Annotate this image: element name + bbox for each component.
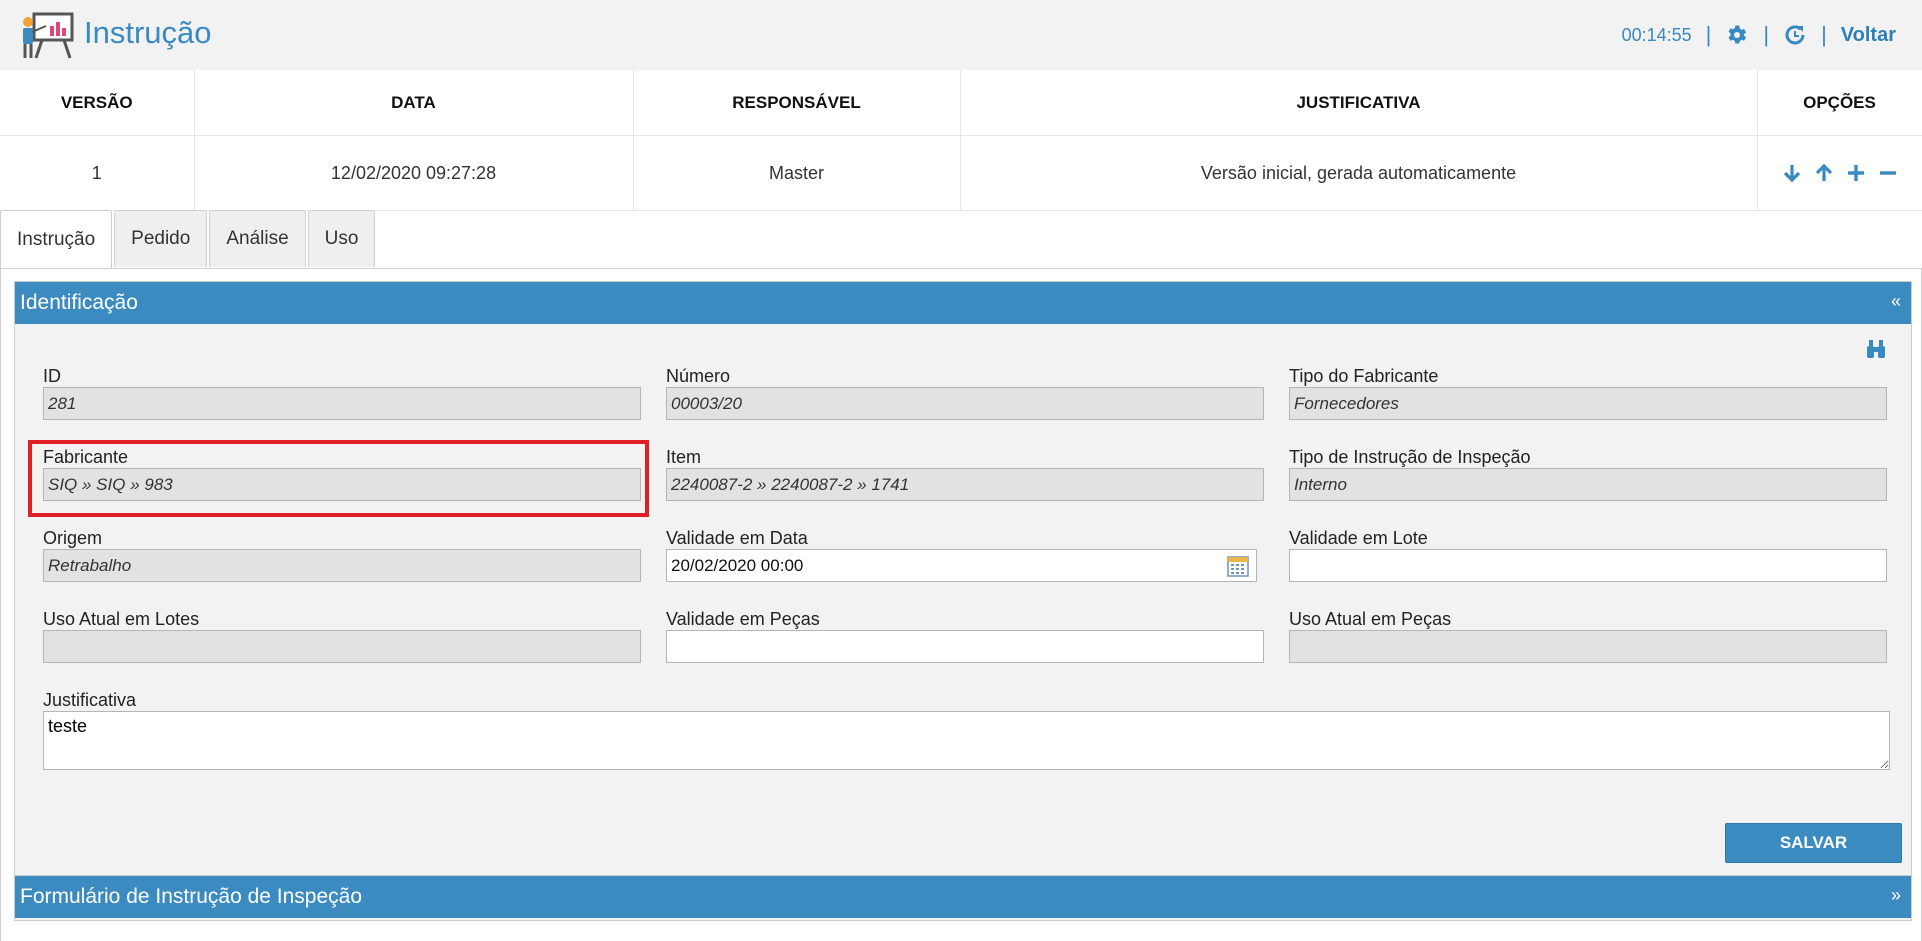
field-item: Item 2240087-2 » 2240087-2 » 1741 — [666, 446, 1264, 501]
field-validade-pecas: Validade em Peças — [666, 608, 1264, 663]
field-origem: Origem Retrabalho — [43, 527, 641, 582]
field-label: Validade em Lote — [1289, 528, 1428, 548]
save-button[interactable]: SALVAR — [1725, 823, 1902, 863]
field-label: Tipo de Instrução de Inspeção — [1289, 447, 1531, 467]
tab-panel-instrucao: Identificação « ID 281 Número 00003/20 T… — [0, 268, 1922, 941]
separator: | — [1705, 22, 1712, 47]
field-uso-lotes: Uso Atual em Lotes — [43, 608, 641, 663]
cell-data: 12/02/2020 09:27:28 — [194, 135, 634, 211]
field-tipo-fabricante: Tipo do Fabricante Fornecedores — [1289, 365, 1887, 420]
column-header-responsavel[interactable]: RESPONSÁVEL — [633, 70, 961, 136]
collapse-icon[interactable]: « — [1891, 291, 1901, 312]
justificativa-textarea[interactable]: teste — [43, 711, 1890, 770]
header-actions: 00:14:55 | | | Voltar — [1622, 22, 1896, 48]
table-header-row: VERSÃO DATA RESPONSÁVEL JUSTIFICATIVA OP… — [0, 70, 1922, 136]
tab-instrucao[interactable]: Instrução — [0, 210, 113, 269]
field-uso-pecas: Uso Atual em Peças — [1289, 608, 1887, 663]
section-formulario: Formulário de Instrução de Inspeção » — [14, 875, 1912, 921]
validade-lote-input[interactable] — [1289, 549, 1887, 582]
binoculars-icon[interactable] — [1865, 338, 1887, 360]
column-header-opcoes: OPÇÕES — [1757, 70, 1922, 136]
section-title: Identificação — [20, 291, 138, 314]
separator: | — [1763, 22, 1770, 47]
tab-analise[interactable]: Análise — [209, 210, 306, 267]
id-field[interactable]: 281 — [43, 387, 641, 420]
refresh-icon[interactable] — [1783, 23, 1807, 47]
fabricante-field[interactable]: SIQ » SIQ » 983 — [43, 468, 641, 501]
field-validade-lote: Validade em Lote — [1289, 527, 1887, 582]
field-tipo-instrucao: Tipo de Instrução de Inspeção Interno — [1289, 446, 1887, 501]
tab-pedido[interactable]: Pedido — [114, 210, 208, 267]
plus-icon[interactable] — [1845, 162, 1867, 184]
origem-field[interactable]: Retrabalho — [43, 549, 641, 582]
item-field[interactable]: 2240087-2 » 2240087-2 » 1741 — [666, 468, 1264, 501]
column-header-versao[interactable]: VERSÃO — [0, 70, 195, 136]
tab-uso[interactable]: Uso — [307, 210, 376, 267]
back-link[interactable]: Voltar — [1841, 24, 1896, 47]
section-header-formulario[interactable]: Formulário de Instrução de Inspeção » — [15, 876, 1911, 918]
field-fabricante: Fabricante SIQ » SIQ » 983 — [43, 446, 641, 501]
expand-icon[interactable]: » — [1891, 885, 1901, 906]
gear-icon[interactable] — [1725, 23, 1749, 47]
separator: | — [1821, 22, 1827, 47]
field-label: Validade em Data — [666, 528, 808, 548]
field-label: Origem — [43, 528, 103, 548]
arrow-down-icon[interactable] — [1781, 162, 1803, 184]
field-label: Número — [666, 366, 731, 386]
tipo-instrucao-field[interactable]: Interno — [1289, 468, 1887, 501]
numero-field[interactable]: 00003/20 — [666, 387, 1264, 420]
column-header-data[interactable]: DATA — [194, 70, 634, 136]
validade-pecas-input[interactable] — [666, 630, 1264, 663]
versions-table: VERSÃO DATA RESPONSÁVEL JUSTIFICATIVA OP… — [0, 70, 1922, 211]
tipo-fabricante-field[interactable]: Fornecedores — [1289, 387, 1887, 420]
column-header-justificativa[interactable]: JUSTIFICATIVA — [960, 70, 1758, 136]
minus-icon[interactable] — [1877, 162, 1899, 184]
app-header: Instrução 00:14:55 | | | Voltar — [0, 0, 1922, 71]
presentation-board-icon — [23, 12, 74, 59]
cell-responsavel: Master — [633, 135, 961, 211]
field-label: Validade em Peças — [666, 609, 820, 629]
field-justificativa: Justificativa teste — [43, 689, 1890, 770]
cell-justificativa: Versão inicial, gerada automaticamente — [960, 135, 1758, 211]
field-label: Fabricante — [43, 447, 129, 467]
section-title: Formulário de Instrução de Inspeção — [20, 885, 363, 908]
cell-opcoes — [1757, 135, 1922, 211]
field-label: Uso Atual em Peças — [1289, 609, 1452, 629]
page-title: Instrução — [84, 15, 212, 50]
tab-bar: Instrução Pedido Análise Uso — [0, 210, 377, 269]
section-identificacao: Identificação « ID 281 Número 00003/20 T… — [14, 281, 1912, 877]
table-row[interactable]: 1 12/02/2020 09:27:28 Master Versão inic… — [0, 135, 1922, 211]
arrow-up-icon[interactable] — [1813, 162, 1835, 184]
validade-data-input[interactable]: 20/02/2020 00:00 — [666, 549, 1257, 582]
field-label: ID — [43, 366, 61, 386]
uso-lotes-field[interactable] — [43, 630, 641, 663]
field-id: ID 281 — [43, 365, 641, 420]
field-label: Item — [666, 447, 702, 467]
field-validade-data: Validade em Data 20/02/2020 00:00 — [666, 527, 1257, 582]
uso-pecas-field[interactable] — [1289, 630, 1887, 663]
calendar-icon[interactable] — [1227, 555, 1249, 577]
cell-versao: 1 — [0, 135, 195, 211]
field-numero: Número 00003/20 — [666, 365, 1264, 420]
field-label: Justificativa — [43, 690, 137, 710]
field-label: Uso Atual em Lotes — [43, 609, 200, 629]
session-timer: 00:14:55 — [1621, 24, 1692, 45]
field-label: Tipo do Fabricante — [1289, 366, 1439, 386]
section-header-identificacao[interactable]: Identificação « — [15, 282, 1911, 324]
